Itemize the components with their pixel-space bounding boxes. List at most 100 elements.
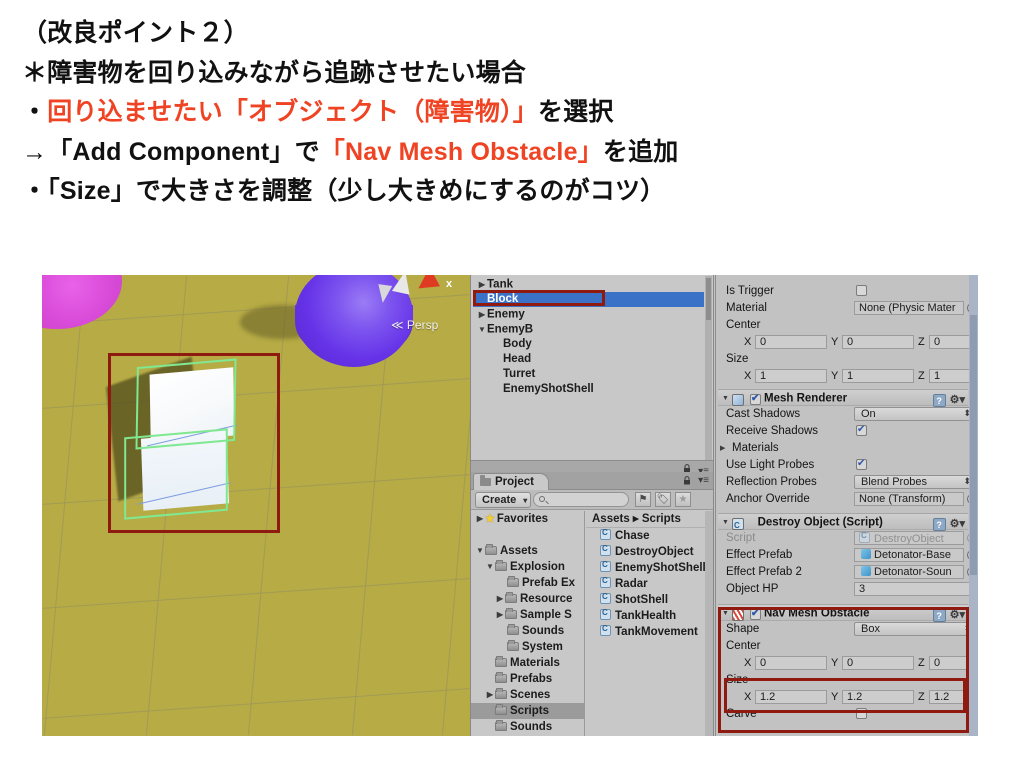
project-folder-sample-scenes[interactable]: ▶ Sample S [471,607,584,623]
inspector-row-obstacle-size-values[interactable]: X 1.2 Y 1.2 Z 1.2 [718,689,975,706]
inspector-row-is-trigger[interactable]: Is Trigger [718,283,968,300]
project-folder-scripts[interactable]: Scripts [471,703,584,719]
inspector-row-effect-prefab[interactable]: Effect Prefab Detonator-Base [718,547,977,564]
chevron-right-icon[interactable]: ▶ [495,591,505,607]
inspector-row-object-hp[interactable]: Object HP 3 [718,581,975,598]
cast-shadows-dropdown[interactable]: On [854,407,975,421]
hierarchy-item-tank[interactable]: ▶ Tank [473,277,704,292]
breadcrumb[interactable]: Assets ▸ Scripts [586,511,705,528]
project-asset-radar[interactable]: Radar [586,576,705,592]
project-asset-destroyobject[interactable]: DestroyObject [586,544,705,560]
search-input[interactable] [533,492,629,507]
project-folder-explosion-sounds[interactable]: Sounds [471,623,584,639]
effect-prefab-object-field[interactable]: Detonator-Base [854,548,964,562]
inspector-panel[interactable]: Is Trigger Material None (Physic Mater C… [715,275,978,736]
inspector-row-materials[interactable]: ▶ Materials [718,440,968,457]
inspector-row-material[interactable]: Material None (Physic Mater [718,300,977,317]
project-folder-prefabs[interactable]: Prefabs [471,671,584,687]
project-asset-list[interactable]: Assets ▸ Scripts Chase DestroyObject Ene… [586,511,705,736]
favorite-star-icon[interactable]: ★ [675,492,691,507]
chevron-down-icon[interactable]: ▼ [485,559,495,575]
hierarchy-item-enemy[interactable]: ▶ Enemy [473,307,704,322]
chevron-right-icon[interactable]: ▶ [475,511,485,527]
project-folder-sounds[interactable]: Sounds [471,719,584,735]
chevron-down-icon[interactable]: ▼ [475,543,485,559]
project-asset-shotshell[interactable]: ShotShell [586,592,705,608]
chevron-right-icon[interactable]: ▶ [485,687,495,703]
collider-center-y-input[interactable]: 0 [842,335,914,349]
obstacle-center-y-input[interactable]: 0 [842,656,914,670]
chevron-right-icon[interactable]: ▶ [495,607,505,623]
chevron-down-icon[interactable]: ▼ [722,514,732,531]
mesh-renderer-enabled-checkbox[interactable] [750,392,761,405]
project-folder-favorites[interactable]: ▶ ★ Favorites [471,511,584,527]
material-object-field[interactable]: None (Physic Mater [854,301,964,315]
project-folder-system[interactable]: System [471,639,584,655]
hierarchy-scrollbar[interactable] [705,276,712,471]
project-folder-prefab-ex[interactable]: Prefab Ex [471,575,584,591]
inspector-row-obstacle-center-values[interactable]: X 0 Y 0 Z 0 [718,655,975,672]
chevron-right-icon[interactable]: ▶ [720,440,730,457]
component-header-destroy-object[interactable]: ▼ Destroy Object (Script) ?⚙▾ [718,513,968,534]
effect-prefab-2-object-field[interactable]: Detonator-Soun [854,565,964,579]
project-asset-enemyshotshell[interactable]: EnemyShotShell [586,560,705,576]
reflection-probes-dropdown[interactable]: Blend Probes [854,475,975,489]
chevron-right-icon[interactable]: ▶ [477,307,487,322]
inspector-row-effect-prefab-2[interactable]: Effect Prefab 2 Detonator-Soun [718,564,977,581]
project-folder-assets[interactable]: ▼ Assets [471,543,584,559]
collider-center-x-input[interactable]: 0 [755,335,827,349]
chevron-right-icon[interactable]: ▶ [477,277,487,292]
obstacle-size-x-input[interactable]: 1.2 [755,690,827,704]
filter-by-label-icon[interactable]: 🏷 [655,492,671,507]
shape-dropdown[interactable]: Box [854,622,975,636]
obstacle-center-x-input[interactable]: 0 [755,656,827,670]
project-folder-explosion[interactable]: ▼ Explosion [471,559,584,575]
project-folder-resources[interactable]: ▶ Resource [471,591,584,607]
inspector-row-receive-shadows[interactable]: Receive Shadows [718,423,968,440]
project-folder-scenes[interactable]: ▶ Scenes [471,687,584,703]
hierarchy-panel[interactable]: ▶ Tank Block ▶ Enemy ▼EnemyB Body Head T… [470,275,714,477]
inspector-scrollbar[interactable] [969,275,978,736]
is-trigger-checkbox[interactable] [856,285,867,296]
project-folder-tree[interactable]: ▶ ★ Favorites ▼ Assets ▼ Explosion Prefab Ex… [471,511,585,736]
object-hp-input[interactable]: 3 [854,582,975,596]
tab-project[interactable]: Project [473,473,549,490]
receive-shadows-checkbox[interactable] [856,423,867,436]
inspector-row-anchor-override[interactable]: Anchor Override None (Transform) [718,491,977,508]
inspector-row-carve[interactable]: Carve [718,706,968,723]
inspector-row-shape[interactable]: Shape Box [718,621,975,638]
project-panel[interactable]: Project ▾≡ Create ⚑ 🏷 ★ [470,472,714,736]
lock-icon[interactable] [683,476,691,485]
inspector-row-collider-size-values[interactable]: X 1 Y 1 Z 1 [718,368,975,385]
obstacle-size-y-input[interactable]: 1.2 [842,690,914,704]
project-asset-tankmovement[interactable]: TankMovement [586,624,705,640]
component-header-nav-mesh-obstacle[interactable]: ▼Nav Mesh Obstacle ?⚙▾ [718,604,968,622]
scene-view[interactable]: x ≪ Persp [42,275,470,736]
collider-size-x-input[interactable]: 1 [755,369,827,383]
project-folder-materials[interactable]: Materials [471,655,584,671]
anchor-override-object-field[interactable]: None (Transform) [854,492,964,506]
hierarchy-list[interactable]: ▶ Tank Block ▶ Enemy ▼EnemyB Body Head T… [473,277,704,469]
hierarchy-item-turret[interactable]: Turret [473,367,704,382]
inspector-row-use-light-probes[interactable]: Use Light Probes [718,457,968,474]
inspector-row-collider-center-values[interactable]: X 0 Y 0 Z 0 [718,334,975,351]
magenta-sphere[interactable] [42,275,122,329]
project-scrollbar[interactable] [705,511,713,736]
create-button[interactable]: Create [475,492,532,508]
filter-by-type-icon[interactable]: ⚑ [635,492,651,507]
inspector-row-reflection-probes[interactable]: Reflection Probes Blend Probes [718,474,975,491]
inspector-row-cast-shadows[interactable]: Cast Shadows On [718,406,975,423]
chevron-down-icon[interactable]: ▼ [722,605,732,622]
nav-mesh-obstacle-enabled-checkbox[interactable] [750,607,761,620]
collider-size-y-input[interactable]: 1 [842,369,914,383]
project-asset-tankhealth[interactable]: TankHealth [586,608,705,624]
panel-menu-icon[interactable]: ▾≡ [698,475,709,486]
hierarchy-item-head[interactable]: Head [473,352,704,367]
hierarchy-item-enemyb[interactable]: ▼EnemyB [473,322,704,337]
use-light-probes-checkbox[interactable] [856,457,867,470]
carve-checkbox[interactable] [856,708,867,719]
hierarchy-item-block[interactable]: Block [473,292,704,307]
chevron-down-icon[interactable]: ▼ [477,322,487,337]
hierarchy-item-enemyshotshell[interactable]: EnemyShotShell [473,382,704,397]
chevron-down-icon[interactable]: ▼ [722,390,732,407]
